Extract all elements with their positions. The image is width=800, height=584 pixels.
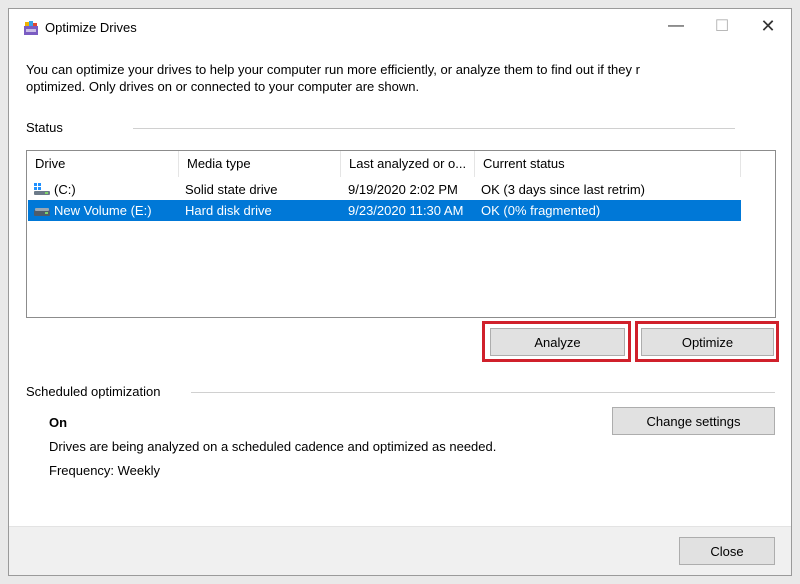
change-settings-button[interactable]: Change settings	[612, 407, 775, 435]
drive-row-e[interactable]: New Volume (E:) Hard disk drive 9/23/202…	[28, 200, 741, 221]
drive-name: (C:)	[54, 182, 76, 197]
window-title: Optimize Drives	[45, 20, 137, 35]
close-button[interactable]: Close	[679, 537, 775, 565]
drive-row-c[interactable]: (C:) Solid state drive 9/19/2020 2:02 PM…	[28, 179, 741, 200]
scheduled-divider	[191, 392, 775, 393]
drive-media-type: Hard disk drive	[185, 203, 272, 218]
drive-list[interactable]: Drive Media type Last analyzed or o... C…	[26, 150, 776, 318]
footer-bar: Close	[9, 526, 791, 575]
description-text: You can optimize your drives to help you…	[26, 61, 778, 95]
close-window-button[interactable]: ✕	[745, 9, 791, 43]
maximize-button[interactable]: ☐	[699, 9, 745, 43]
column-header-current-status[interactable]: Current status	[475, 151, 741, 177]
hard-disk-drive-icon	[34, 208, 50, 216]
description-line-1: You can optimize your drives to help you…	[26, 62, 640, 77]
optimize-button[interactable]: Optimize	[641, 328, 774, 356]
scheduled-section-label: Scheduled optimization	[26, 384, 161, 399]
drive-last-analyzed: 9/19/2020 2:02 PM	[348, 182, 458, 197]
minimize-button[interactable]: —	[653, 9, 699, 43]
scheduled-description: Drives are being analyzed on a scheduled…	[49, 439, 497, 454]
windows-drive-icon	[34, 183, 50, 195]
column-header-media-type[interactable]: Media type	[179, 151, 341, 177]
column-header-last-analyzed[interactable]: Last analyzed or o...	[341, 151, 475, 177]
scheduled-frequency: Frequency: Weekly	[49, 463, 161, 478]
column-header-drive[interactable]: Drive	[27, 151, 179, 177]
title-bar[interactable]: Optimize Drives — ☐ ✕	[9, 9, 791, 45]
drive-name: New Volume (E:)	[54, 203, 152, 218]
analyze-button[interactable]: Analyze	[490, 328, 625, 356]
scheduled-state: On	[49, 415, 68, 430]
drive-list-header: Drive Media type Last analyzed or o... C…	[27, 151, 741, 177]
status-divider	[133, 128, 735, 129]
drive-current-status: OK (3 days since last retrim)	[481, 182, 645, 197]
drive-media-type: Solid state drive	[185, 182, 278, 197]
optimize-drives-window: Optimize Drives — ☐ ✕ You can optimize y…	[8, 8, 792, 576]
drive-current-status: OK (0% fragmented)	[481, 203, 601, 218]
drive-last-analyzed: 9/23/2020 11:30 AM	[348, 203, 464, 218]
optimize-drives-app-icon	[24, 21, 38, 35]
description-line-2: optimized. Only drives on or connected t…	[26, 79, 420, 94]
status-section-label: Status	[26, 120, 63, 135]
